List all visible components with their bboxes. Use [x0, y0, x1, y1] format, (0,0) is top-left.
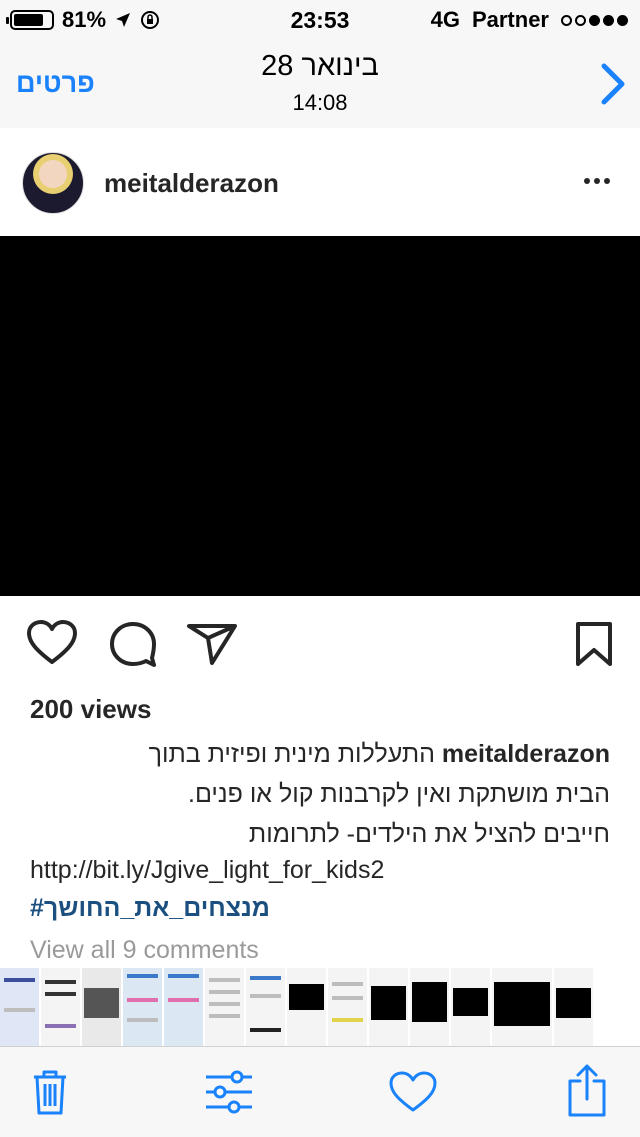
signal-dot — [575, 14, 586, 26]
nav-bar: פרטים 28 בינואר 14:08 — [0, 40, 640, 129]
photo-time-subtitle: 14:08 — [292, 90, 348, 115]
signal-dot — [561, 14, 572, 26]
filmstrip-thumb-selected[interactable] — [490, 968, 554, 1046]
post-username[interactable]: meitalderazon — [104, 168, 279, 199]
share-icon[interactable] — [566, 1063, 608, 1119]
photo-filmstrip[interactable] — [0, 968, 640, 1046]
heart-icon[interactable] — [26, 620, 78, 666]
carrier-name: Partner — [471, 7, 549, 32]
caption-username[interactable]: meitalderazon — [442, 740, 610, 768]
filmstrip-thumb[interactable] — [246, 968, 285, 1046]
caption-line-1: meitalderazon התעללות מינית ופיזית בתוך — [149, 740, 610, 769]
trash-icon[interactable] — [28, 1067, 72, 1117]
filmstrip-thumb[interactable] — [41, 968, 80, 1046]
sliders-icon[interactable] — [204, 1067, 254, 1117]
comment-icon[interactable] — [108, 620, 158, 668]
filmstrip-thumb[interactable] — [82, 968, 121, 1046]
signal-dot — [589, 14, 600, 26]
status-right: 4G Partner — [431, 7, 628, 33]
avatar[interactable] — [22, 152, 84, 214]
status-bar: 81% 23:53 4G Partner — [0, 0, 640, 40]
caption-hashtag[interactable]: #מנצחים_את_החושך — [30, 894, 270, 923]
filmstrip-thumb[interactable] — [205, 968, 244, 1046]
post-media[interactable] — [0, 236, 640, 596]
bottom-toolbar — [0, 1046, 640, 1137]
photo-date-title: 28 בינואר — [261, 50, 379, 82]
filmstrip-thumb[interactable] — [123, 968, 162, 1046]
caption-link[interactable]: http://bit.ly/Jgive_light_for_kids2 — [30, 856, 384, 885]
more-options-icon[interactable] — [584, 178, 610, 184]
post-header: meitalderazon — [0, 128, 640, 236]
caption-line-3: חייבים להציל את הילדים- לתרומות — [248, 820, 610, 848]
post-actions — [0, 596, 640, 696]
network-type: 4G — [430, 7, 460, 32]
chevron-right-icon[interactable] — [600, 62, 626, 106]
filmstrip-thumb[interactable] — [554, 968, 593, 1046]
filmstrip-thumb[interactable] — [451, 968, 490, 1046]
filmstrip-thumb[interactable] — [0, 968, 39, 1046]
filmstrip-thumb[interactable] — [287, 968, 326, 1046]
filmstrip-thumb[interactable] — [328, 968, 367, 1046]
view-comments-link[interactable]: View all 9 comments — [30, 936, 259, 965]
filmstrip-thumb[interactable] — [369, 968, 408, 1046]
views-count: 200 views — [30, 694, 152, 724]
bookmark-icon[interactable] — [574, 620, 614, 668]
send-icon[interactable] — [186, 620, 238, 666]
signal-dot — [603, 14, 614, 26]
caption-text-1: התעללות מינית ופיזית בתוך — [148, 740, 435, 768]
heart-outline-icon[interactable] — [388, 1071, 438, 1113]
signal-dot — [617, 14, 628, 26]
post-caption: 200 views meitalderazon התעללות מינית ופ… — [0, 690, 640, 968]
signal-dots-icon — [561, 14, 628, 26]
caption-line-2: הבית מושתקת ואין לקרבנות קול או פנים. — [188, 780, 610, 808]
filmstrip-thumb[interactable] — [410, 968, 449, 1046]
filmstrip-thumb[interactable] — [164, 968, 203, 1046]
